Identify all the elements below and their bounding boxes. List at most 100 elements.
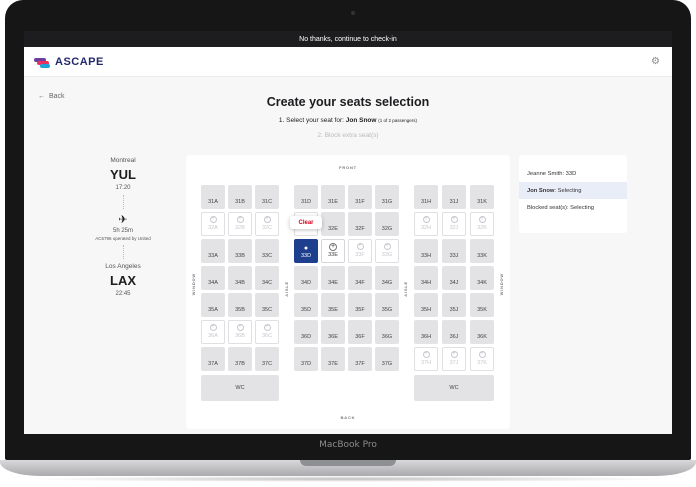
seat-35D[interactable]: 35D <box>294 293 318 317</box>
passenger-row[interactable]: Jon Snow: Selecting <box>519 182 627 199</box>
seat-35G[interactable]: 35G <box>375 293 399 317</box>
seat-33E[interactable]: +33E <box>321 239 345 263</box>
seat-35H[interactable]: 35H <box>414 293 438 317</box>
seat-34H[interactable]: 34H <box>414 266 438 290</box>
aisle-label-left: AISLE <box>284 281 289 297</box>
clear-seat-button[interactable]: Clear <box>290 216 322 229</box>
seat-35B[interactable]: 35B <box>228 293 252 317</box>
seat-37A[interactable]: 37A <box>201 347 225 371</box>
seat-31B[interactable]: 31B <box>228 185 252 209</box>
flight-operator: AC5796 operated by United <box>95 236 151 241</box>
passenger-name: Blocked seat(s) <box>527 204 567 211</box>
origin-city: Montreal <box>110 157 136 164</box>
seat-32E[interactable]: 32E <box>321 212 345 236</box>
seat-32A: +32A <box>201 212 225 236</box>
flight-duration: 5h 25m <box>112 228 133 234</box>
settings-gear-icon[interactable]: ⚙ <box>651 56 660 67</box>
seat-37K: +37K <box>470 347 494 371</box>
seat-32J: +32J <box>442 212 466 236</box>
seat-31A[interactable]: 31A <box>201 185 225 209</box>
seat-34E[interactable]: 34E <box>321 266 345 290</box>
route-line <box>122 245 124 259</box>
arrive-time: 22:45 <box>115 291 131 297</box>
seat-31G[interactable]: 31G <box>375 185 399 209</box>
seat-33H[interactable]: 33H <box>414 239 438 263</box>
passenger-count: (1 of 2 passengers) <box>378 118 418 123</box>
seat-37H: +37H <box>414 347 438 371</box>
seat-31J[interactable]: 31J <box>442 185 466 209</box>
device-label: MacBook Pro <box>319 440 377 450</box>
seat-36B: +36B <box>228 320 252 344</box>
seat-36K[interactable]: 36K <box>470 320 494 344</box>
seat-36H[interactable]: 36H <box>414 320 438 344</box>
passenger-status: : 33D <box>562 170 577 177</box>
seat-34G[interactable]: 34G <box>375 266 399 290</box>
passenger-row[interactable]: Blocked seat(s): Selecting <box>519 199 627 216</box>
seat-36F[interactable]: 36F <box>348 320 372 344</box>
seat-37B[interactable]: 37B <box>228 347 252 371</box>
seat-31E[interactable]: 31E <box>321 185 345 209</box>
window-label-left: WINDOW <box>191 273 196 296</box>
laptop-frame: No thanks, continue to check-in ASCAPE ⚙… <box>0 0 696 487</box>
seat-34C[interactable]: 34C <box>255 266 279 290</box>
seat-31D[interactable]: 31D <box>294 185 318 209</box>
seat-34B[interactable]: 34B <box>228 266 252 290</box>
seat-35E[interactable]: 35E <box>321 293 345 317</box>
seat-32G[interactable]: 32G <box>375 212 399 236</box>
seat-35F[interactable]: 35F <box>348 293 372 317</box>
seat-37E[interactable]: 37E <box>321 347 345 371</box>
seat-33C[interactable]: 33C <box>255 239 279 263</box>
seat-37F[interactable]: 37F <box>348 347 372 371</box>
passenger-name: Jon Snow <box>527 187 555 194</box>
depart-time: 17:20 <box>115 185 131 191</box>
seat-31H[interactable]: 31H <box>414 185 438 209</box>
seat-37C[interactable]: 37C <box>255 347 279 371</box>
seat-34F[interactable]: 34F <box>348 266 372 290</box>
seat-36D[interactable]: 36D <box>294 320 318 344</box>
passenger-row[interactable]: Jeanne Smith: 33D <box>519 165 627 182</box>
seat-36G[interactable]: 36G <box>375 320 399 344</box>
seat-36J[interactable]: 36J <box>442 320 466 344</box>
seat-37D[interactable]: 37D <box>294 347 318 371</box>
seat-31C[interactable]: 31C <box>255 185 279 209</box>
seat-35A[interactable]: 35A <box>201 293 225 317</box>
seat-34J[interactable]: 34J <box>442 266 466 290</box>
laptop-notch <box>300 460 396 466</box>
brand-mark-icon <box>34 57 52 68</box>
seat-31F[interactable]: 31F <box>348 185 372 209</box>
airplane-icon: ✈ <box>118 214 128 226</box>
step-one-prefix: 1. Select your seat for: <box>278 117 346 124</box>
seat-32K: +32K <box>470 212 494 236</box>
page-title: Create your seats selection <box>266 95 430 109</box>
front-label: FRONT <box>339 165 357 170</box>
seat-32B: +32B <box>228 212 252 236</box>
seat-33J[interactable]: 33J <box>442 239 466 263</box>
seat-34D[interactable]: 34D <box>294 266 318 290</box>
seat-34A[interactable]: 34A <box>201 266 225 290</box>
seat-36E[interactable]: 36E <box>321 320 345 344</box>
continue-checkin-link[interactable]: No thanks, continue to check-in <box>24 31 672 47</box>
seat-33K[interactable]: 33K <box>470 239 494 263</box>
restroom-left: WC <box>201 375 279 401</box>
destination-city: Los Angeles <box>105 263 141 270</box>
seat-32H: +32H <box>414 212 438 236</box>
seat-33D[interactable]: ● 33D <box>294 239 318 263</box>
seat-35J[interactable]: 35J <box>442 293 466 317</box>
camera-icon <box>351 11 355 15</box>
seat-34K[interactable]: 34K <box>470 266 494 290</box>
seat-33A[interactable]: 33A <box>201 239 225 263</box>
step-two-instruction: 2. Block extra seat(s) <box>317 132 379 139</box>
restroom-right: WC <box>414 375 494 401</box>
seat-map: FRONT BACK WINDOW WINDOW AISLE AISLE WC … <box>186 155 510 429</box>
seat-35C[interactable]: 35C <box>255 293 279 317</box>
seat-32C: +32C <box>255 212 279 236</box>
seat-37G[interactable]: 37G <box>375 347 399 371</box>
seat-35K[interactable]: 35K <box>470 293 494 317</box>
brand-logo[interactable]: ASCAPE <box>34 56 104 68</box>
seat-31K[interactable]: 31K <box>470 185 494 209</box>
seat-33B[interactable]: 33B <box>228 239 252 263</box>
route-line <box>122 195 124 209</box>
step-one-instruction: 1. Select your seat for: Jon Snow (1 of … <box>24 117 672 124</box>
destination-code: LAX <box>110 273 136 288</box>
seat-32F[interactable]: 32F <box>348 212 372 236</box>
